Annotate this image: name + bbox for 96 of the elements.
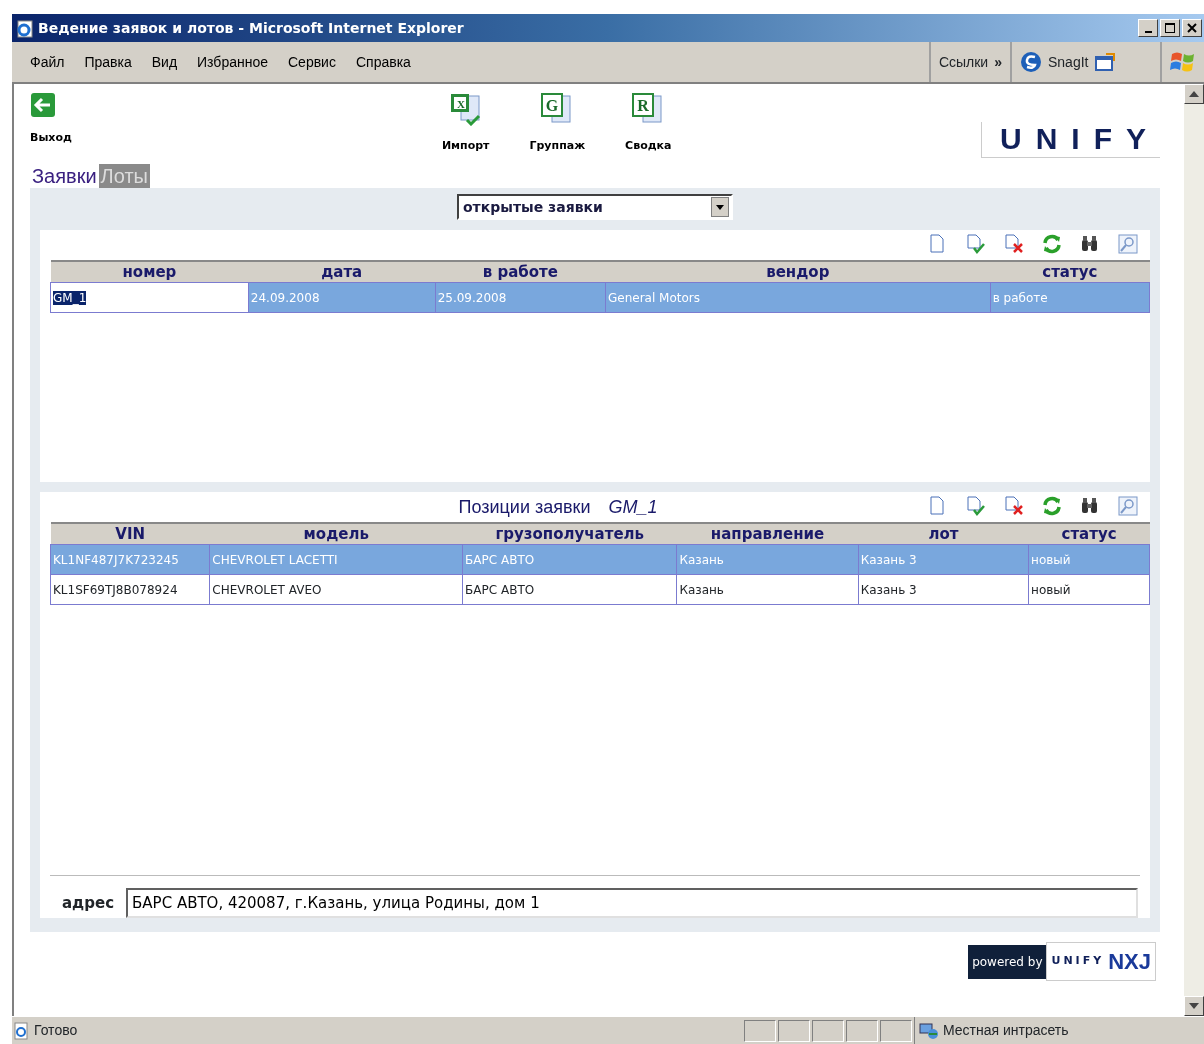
scrollbar[interactable]: [1184, 84, 1204, 1016]
cell-editor[interactable]: GM_1: [53, 290, 87, 305]
close-icon: [1187, 23, 1197, 33]
search-button[interactable]: [1080, 234, 1100, 254]
menu-item[interactable]: Избранное: [187, 51, 278, 73]
column-header[interactable]: лот: [858, 523, 1029, 545]
table-cell: Казань 3: [858, 544, 1029, 575]
zoom-icon: [1118, 496, 1138, 516]
window-title: Ведение заявок и лотов - Microsoft Internet Explorer: [38, 18, 465, 38]
table-cell: KL1NF487J7K723245: [50, 544, 210, 575]
powered-by-badge: powered by: [968, 944, 1047, 979]
menu-item[interactable]: Справка: [345, 51, 421, 73]
column-header[interactable]: модель: [209, 523, 463, 545]
maximize-icon: [1165, 23, 1175, 33]
refresh-button[interactable]: [1042, 234, 1062, 254]
delete-document-button[interactable]: [1004, 496, 1024, 516]
column-header[interactable]: в работе: [435, 261, 606, 283]
table-cell: CHEVROLET AVEO: [209, 574, 463, 605]
toolbar-button[interactable]: X Импорт: [441, 92, 490, 155]
snagit-button[interactable]: SnagIt: [1048, 51, 1089, 73]
search-button[interactable]: [1080, 496, 1100, 516]
down-arrow-icon: [1189, 1003, 1199, 1009]
delete-document-button[interactable]: [1004, 234, 1024, 254]
table-cell: 24.09.2008: [248, 282, 436, 313]
table-cell: KL1SF69TJ8B078924: [50, 574, 210, 605]
browser-icon: [16, 19, 34, 38]
dropdown-button[interactable]: [711, 197, 729, 217]
column-header[interactable]: статус: [990, 261, 1150, 283]
minimize-icon: [1144, 31, 1152, 33]
refresh-icon: [1042, 496, 1062, 516]
edit-document-icon: [966, 496, 986, 516]
column-header[interactable]: грузополучатель: [462, 523, 677, 545]
status-text: Готово: [34, 1021, 79, 1040]
table-cell: в работе: [990, 282, 1150, 313]
table-cell: Казань: [676, 544, 859, 575]
status-dropdown[interactable]: открытые заявки: [457, 194, 733, 220]
maximize-button[interactable]: [1160, 19, 1180, 37]
table-cell: Казань 3: [858, 574, 1029, 605]
table-cell: 25.09.2008: [435, 282, 606, 313]
logo: UNIFY: [981, 122, 1160, 158]
table-cell: БАРС АВТО: [462, 574, 677, 605]
up-arrow-icon: [1189, 91, 1199, 97]
menu-item[interactable]: Сервис: [278, 51, 346, 73]
toolbar-button[interactable]: G Группаж: [529, 92, 586, 155]
exit-button[interactable]: Выход: [30, 92, 72, 147]
refresh-icon: [1042, 234, 1062, 254]
product-logo-text: NXJ: [1108, 948, 1151, 976]
status-panel: [880, 1019, 912, 1042]
windows-flag-icon: [1170, 50, 1196, 74]
delete-document-icon: [1004, 496, 1024, 516]
section-title: Позиции заявки: [458, 495, 591, 519]
close-button[interactable]: [1182, 19, 1202, 37]
status-panel: [744, 1019, 776, 1042]
column-header[interactable]: направление: [676, 523, 859, 545]
toolbar-button[interactable]: R Сводка: [625, 92, 672, 155]
caret-icon: [716, 204, 724, 210]
table-cell: новый: [1028, 544, 1150, 575]
menu-item[interactable]: Правка: [74, 51, 142, 73]
column-header[interactable]: дата: [248, 261, 436, 283]
tab[interactable]: Заявки: [30, 164, 99, 188]
table-row[interactable]: GM_1 24.09.2008 25.09.2008 General Motors в работе: [50, 282, 1150, 313]
address-field[interactable]: БАРС АВТО, 420087, г.Казань, улица Родины, дом 1: [126, 888, 1138, 918]
status-panel: [778, 1019, 810, 1042]
brand-text: UNIFY: [1051, 953, 1105, 970]
column-header[interactable]: номер: [50, 261, 249, 283]
order-reference: GM_1: [608, 495, 658, 519]
security-zone: Местная интрасеть: [943, 1021, 1069, 1040]
links-label[interactable]: Ссылки: [938, 51, 989, 73]
edit-document-button[interactable]: [966, 234, 986, 254]
status-panel: [812, 1019, 844, 1042]
snagit-icon: [1020, 51, 1042, 73]
network-icon: [919, 1021, 939, 1040]
delete-document-icon: [1004, 234, 1024, 254]
table-cell: БАРС АВТО: [462, 544, 677, 575]
zoom-button[interactable]: [1118, 496, 1138, 516]
table-cell: CHEVROLET LACETTI: [209, 544, 463, 575]
minimize-button[interactable]: [1138, 19, 1158, 37]
status-panel: [846, 1019, 878, 1042]
search-icon: [1080, 496, 1100, 516]
column-header[interactable]: вендор: [605, 261, 991, 283]
refresh-button[interactable]: [1042, 496, 1062, 516]
edit-document-button[interactable]: [966, 496, 986, 516]
edit-document-icon: [966, 234, 986, 254]
menu-item[interactable]: Вид: [141, 51, 188, 73]
zoom-icon: [1118, 234, 1138, 254]
column-header[interactable]: статус: [1028, 523, 1150, 545]
search-icon: [1080, 234, 1100, 254]
table-row[interactable]: KL1SF69TJ8B078924 CHEVROLET AVEO БАРС АВТО Казань Казань 3 новый: [50, 574, 1150, 605]
column-header[interactable]: VIN: [50, 523, 210, 545]
chevron[interactable]: »: [994, 51, 1002, 73]
table-cell: General Motors: [605, 282, 991, 313]
table-cell: новый: [1028, 574, 1150, 605]
menu-item[interactable]: Файл: [20, 51, 75, 73]
table-cell: Казань: [676, 574, 859, 605]
zoom-button[interactable]: [1118, 234, 1138, 254]
address-label: адрес: [62, 892, 115, 914]
